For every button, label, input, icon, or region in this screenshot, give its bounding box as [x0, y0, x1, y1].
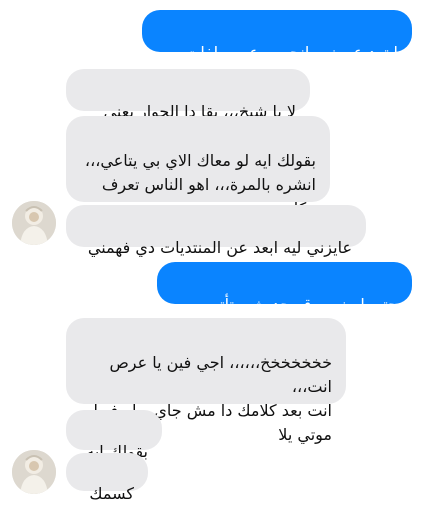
message-text: عايزني ليه ابعد عن المنتديات دي فهمني [87, 238, 352, 257]
message-bubble-incoming[interactable]: عايزني ليه ابعد عن المنتديات دي فهمني [66, 205, 366, 257]
avatar-image [12, 450, 56, 494]
user-avatar[interactable] [12, 201, 56, 245]
message-bubble-outgoing[interactable]: حتى اصنع موقع حديث و تأتى [157, 262, 412, 314]
message-bubble-incoming[interactable]: كسمك [66, 453, 148, 503]
avatar-image [12, 201, 56, 245]
message-bubble-incoming[interactable]: خخخخخخخ،،،،،، اجي فين يا عرص انت،،، انت … [66, 318, 346, 444]
message-bubble-incoming[interactable]: بقولك ايه [66, 410, 162, 461]
message-bubble-incoming[interactable]: بقولك ايه لو معاك الاي بي يتاعي،،، انشره… [66, 116, 330, 242]
message-text: ابتعد عن نسوانجى و عن ميلفات [185, 43, 398, 62]
message-text: حتى اصنع موقع حديث و تأتى [206, 295, 398, 314]
message-text: كسمك [89, 484, 134, 503]
message-bubble-outgoing[interactable]: ابتعد عن نسوانجى و عن ميلفات [142, 10, 412, 62]
message-bubble-incoming[interactable]: لا يا شيخ،،، بقا دا الحوار يعني [66, 69, 310, 121]
user-avatar[interactable] [12, 450, 56, 494]
